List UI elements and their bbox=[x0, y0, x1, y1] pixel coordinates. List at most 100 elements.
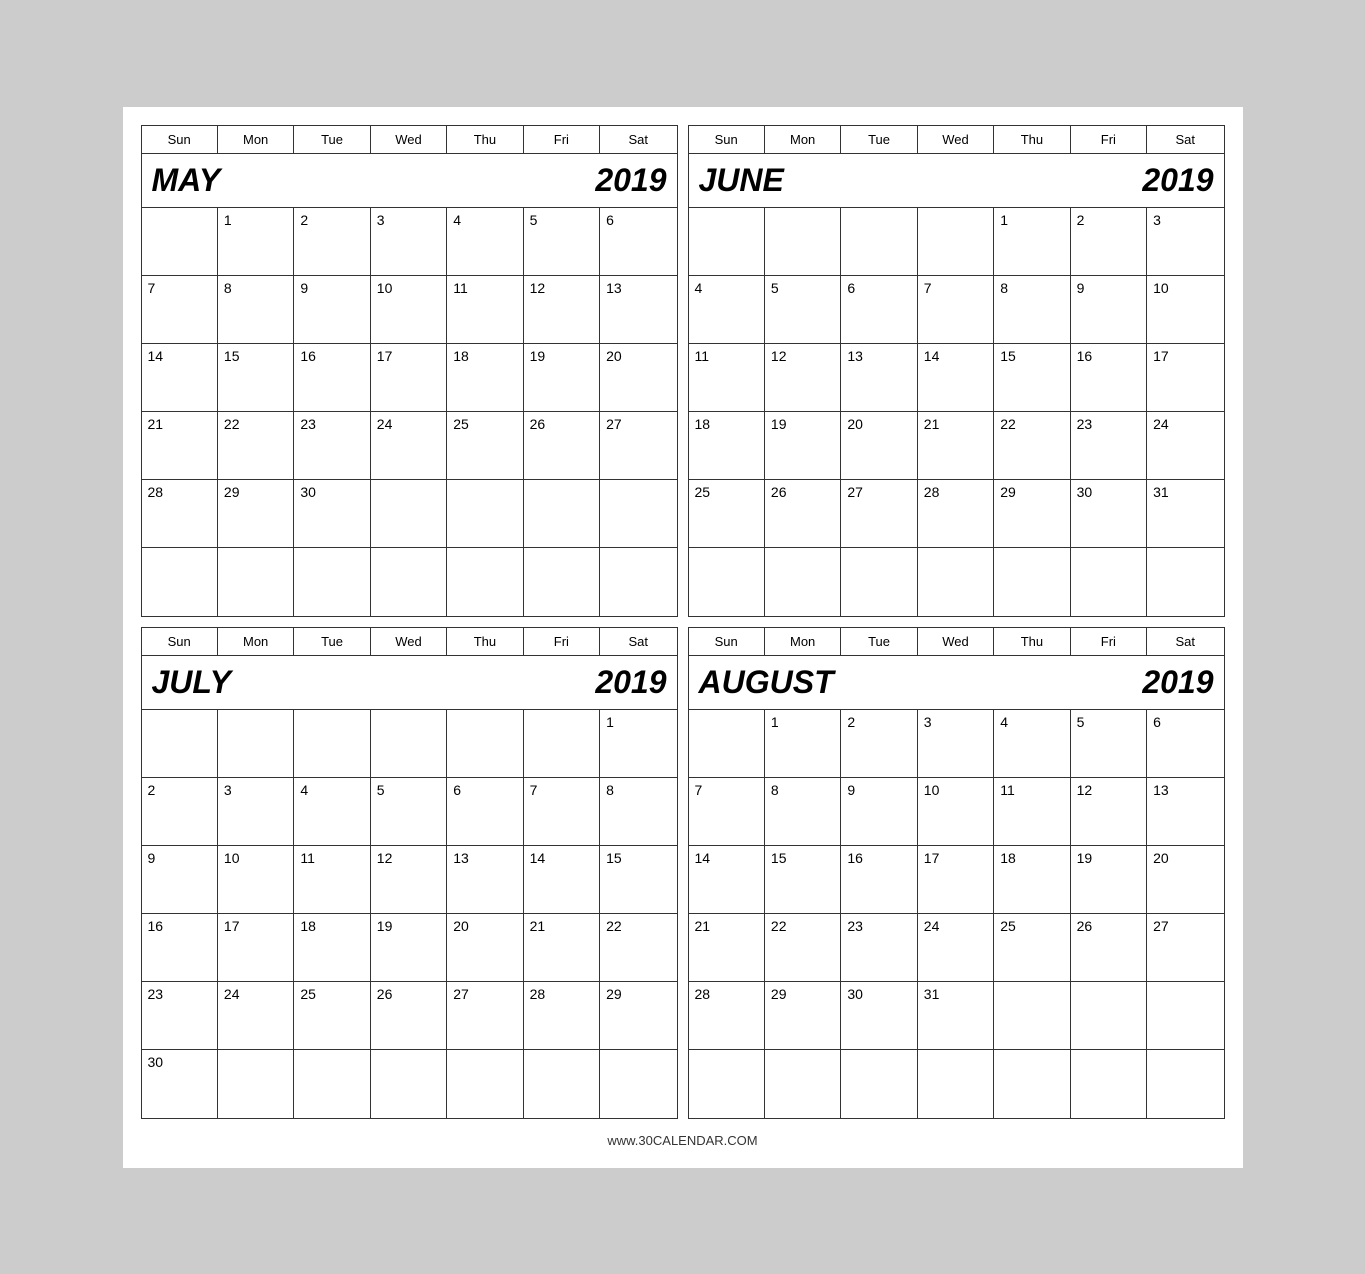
cal-cell bbox=[994, 982, 1070, 1050]
cal-cell: 15 bbox=[994, 344, 1070, 412]
cal-cell: 18 bbox=[689, 412, 765, 480]
cal-cell: 4 bbox=[447, 208, 523, 276]
cal-cell: 9 bbox=[841, 778, 917, 846]
cal-cell: 14 bbox=[142, 344, 218, 412]
cal-cell: 10 bbox=[218, 846, 294, 914]
cal-cell bbox=[689, 710, 765, 778]
cal-cell: 10 bbox=[1147, 276, 1223, 344]
cal-cell: 26 bbox=[1071, 914, 1147, 982]
cal-cell: 16 bbox=[142, 914, 218, 982]
cal-cell: 11 bbox=[689, 344, 765, 412]
cal-cell: 25 bbox=[294, 982, 370, 1050]
cal-cell: 6 bbox=[841, 276, 917, 344]
cal-cell: 19 bbox=[765, 412, 841, 480]
calendar-grid: 1234567891011121314151617181920212223242… bbox=[142, 208, 677, 616]
day-header-sun: Sun bbox=[142, 628, 218, 655]
cal-cell: 3 bbox=[371, 208, 447, 276]
day-header-wed: Wed bbox=[918, 628, 994, 655]
cal-cell: 3 bbox=[1147, 208, 1223, 276]
cal-cell bbox=[218, 710, 294, 778]
year-number: 2019 bbox=[1142, 664, 1213, 701]
month-name: JUNE bbox=[699, 162, 784, 199]
calendar-grid: 1234567891011121314151617181920212223242… bbox=[142, 710, 677, 1118]
cal-cell bbox=[994, 1050, 1070, 1118]
cal-cell: 20 bbox=[841, 412, 917, 480]
day-header-sat: Sat bbox=[600, 126, 676, 153]
cal-cell bbox=[918, 548, 994, 616]
cal-cell: 9 bbox=[1071, 276, 1147, 344]
day-header-sun: Sun bbox=[689, 628, 765, 655]
cal-cell: 10 bbox=[918, 778, 994, 846]
cal-cell: 8 bbox=[218, 276, 294, 344]
cal-cell bbox=[918, 208, 994, 276]
cal-cell: 6 bbox=[447, 778, 523, 846]
cal-cell bbox=[447, 480, 523, 548]
cal-cell: 27 bbox=[1147, 914, 1223, 982]
cal-cell bbox=[142, 208, 218, 276]
cal-cell: 31 bbox=[1147, 480, 1223, 548]
cal-cell bbox=[294, 1050, 370, 1118]
month-name: AUGUST bbox=[699, 664, 834, 701]
cal-cell: 7 bbox=[689, 778, 765, 846]
cal-cell: 14 bbox=[524, 846, 600, 914]
cal-cell: 29 bbox=[218, 480, 294, 548]
cal-cell: 31 bbox=[918, 982, 994, 1050]
cal-cell: 8 bbox=[600, 778, 676, 846]
cal-cell bbox=[1071, 982, 1147, 1050]
cal-cell: 21 bbox=[918, 412, 994, 480]
day-header-tue: Tue bbox=[841, 628, 917, 655]
day-header-fri: Fri bbox=[1071, 628, 1147, 655]
cal-cell: 2 bbox=[1071, 208, 1147, 276]
cal-cell bbox=[142, 710, 218, 778]
cal-cell: 22 bbox=[218, 412, 294, 480]
day-header-sun: Sun bbox=[689, 126, 765, 153]
day-header-thu: Thu bbox=[447, 126, 523, 153]
cal-cell bbox=[142, 548, 218, 616]
cal-cell: 13 bbox=[1147, 778, 1223, 846]
cal-cell bbox=[765, 548, 841, 616]
cal-cell: 15 bbox=[765, 846, 841, 914]
calendar-august: SunMonTueWedThuFriSatAUGUST2019123456789… bbox=[688, 627, 1225, 1119]
cal-cell bbox=[918, 1050, 994, 1118]
cal-cell bbox=[1071, 548, 1147, 616]
cal-cell: 18 bbox=[447, 344, 523, 412]
cal-cell: 16 bbox=[841, 846, 917, 914]
cal-cell: 12 bbox=[524, 276, 600, 344]
cal-cell: 12 bbox=[765, 344, 841, 412]
cal-cell bbox=[447, 548, 523, 616]
cal-cell: 28 bbox=[524, 982, 600, 1050]
cal-cell bbox=[371, 1050, 447, 1118]
cal-cell: 14 bbox=[689, 846, 765, 914]
cal-cell bbox=[841, 548, 917, 616]
month-title-row: JULY2019 bbox=[142, 656, 677, 710]
cal-cell: 19 bbox=[1071, 846, 1147, 914]
day-header-thu: Thu bbox=[994, 628, 1070, 655]
cal-cell: 26 bbox=[524, 412, 600, 480]
cal-cell: 17 bbox=[1147, 344, 1223, 412]
cal-cell: 7 bbox=[142, 276, 218, 344]
cal-cell bbox=[218, 548, 294, 616]
cal-cell bbox=[600, 548, 676, 616]
calendar-june: SunMonTueWedThuFriSatJUNE201912345678910… bbox=[688, 125, 1225, 617]
cal-cell: 7 bbox=[524, 778, 600, 846]
cal-cell bbox=[1071, 1050, 1147, 1118]
cal-cell bbox=[447, 710, 523, 778]
cal-cell bbox=[294, 710, 370, 778]
cal-cell bbox=[371, 480, 447, 548]
cal-cell: 7 bbox=[918, 276, 994, 344]
cal-cell: 9 bbox=[142, 846, 218, 914]
cal-cell: 25 bbox=[689, 480, 765, 548]
cal-cell: 25 bbox=[447, 412, 523, 480]
cal-cell: 13 bbox=[600, 276, 676, 344]
cal-cell: 8 bbox=[765, 778, 841, 846]
cal-cell: 9 bbox=[294, 276, 370, 344]
cal-cell: 2 bbox=[841, 710, 917, 778]
cal-cell bbox=[524, 548, 600, 616]
top-row: SunMonTueWedThuFriSatMAY2019123456789101… bbox=[141, 125, 1225, 617]
cal-cell: 22 bbox=[600, 914, 676, 982]
month-name: JULY bbox=[152, 664, 231, 701]
cal-cell: 23 bbox=[294, 412, 370, 480]
day-header-mon: Mon bbox=[765, 126, 841, 153]
cal-cell: 11 bbox=[294, 846, 370, 914]
month-title-row: JUNE2019 bbox=[689, 154, 1224, 208]
